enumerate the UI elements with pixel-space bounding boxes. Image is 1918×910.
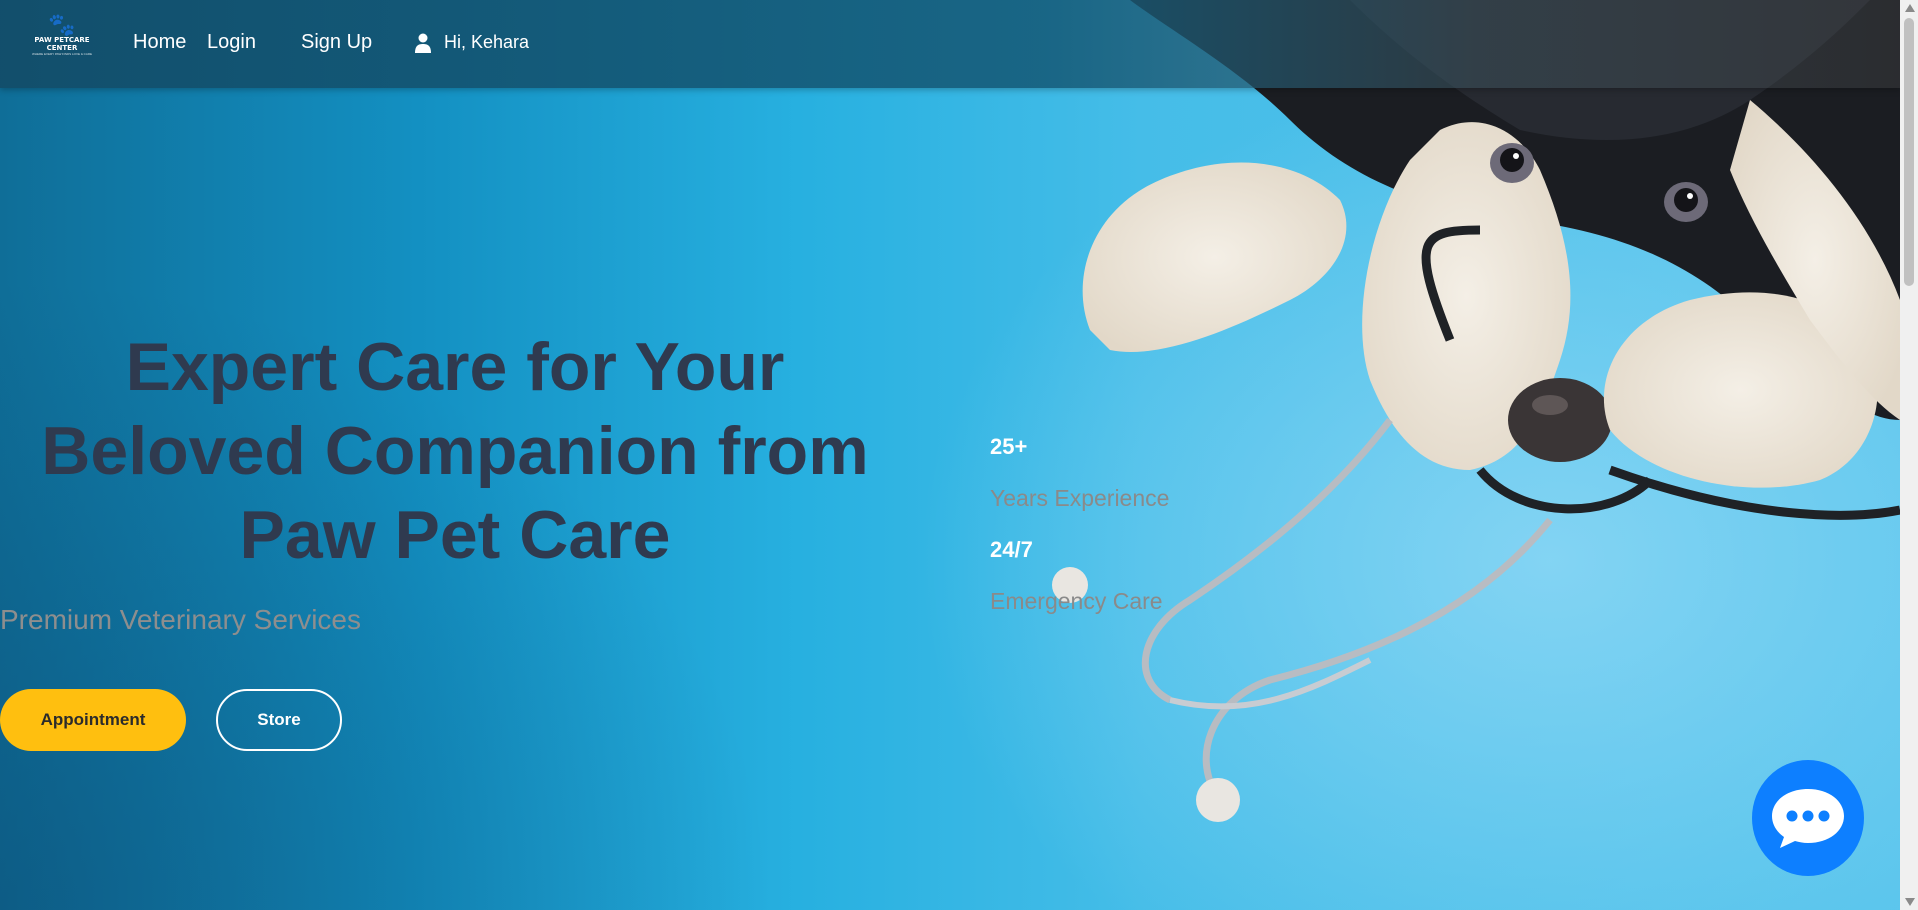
nav-signup-link[interactable]: Sign Up [301, 31, 372, 54]
stat-years-value: 25+ [990, 434, 1028, 459]
navbar: 🐾 PAW PETCARE CENTER WHERE EVERY PAW FIN… [0, 0, 1900, 88]
store-button[interactable]: Store [216, 689, 342, 751]
chat-bubble-icon [1772, 789, 1844, 848]
scroll-up-arrow-icon[interactable] [1905, 4, 1915, 12]
user-icon [415, 33, 431, 53]
hero-headline: Expert Care for Your Beloved Companion f… [41, 329, 869, 573]
scroll-thumb[interactable] [1904, 18, 1914, 286]
user-greeting[interactable]: Hi, Kehara [414, 32, 529, 53]
user-greeting-text: Hi, Kehara [444, 32, 530, 52]
appointment-button[interactable]: Appointment [0, 689, 186, 751]
nav-login-link[interactable]: Login [207, 31, 256, 54]
vertical-scrollbar[interactable] [1900, 0, 1918, 910]
nav-home-link[interactable]: Home [133, 31, 186, 54]
paw-icon: 🐾 [48, 12, 76, 37]
hero-subtitle: Premium Veterinary Services [0, 604, 362, 635]
chat-button[interactable] [1752, 760, 1864, 876]
page: 🐾 PAW PETCARE CENTER WHERE EVERY PAW FIN… [0, 0, 1900, 910]
scroll-down-arrow-icon[interactable] [1905, 898, 1915, 906]
stat-emergency-value: 24/7 [990, 537, 1033, 562]
stat-emergency-label: Emergency Care [990, 588, 1163, 614]
stat-years-label: Years Experience [990, 485, 1170, 511]
site-logo[interactable]: 🐾 PAW PETCARE CENTER WHERE EVERY PAW FIN… [28, 14, 96, 64]
